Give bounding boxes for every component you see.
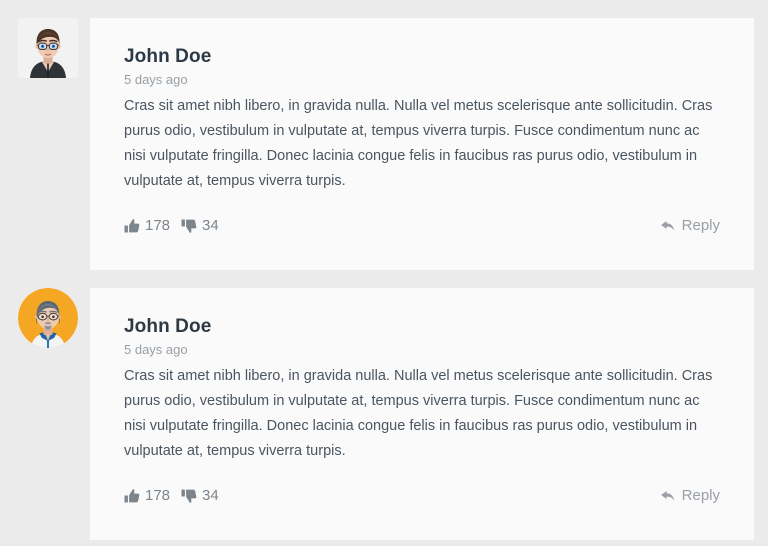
reply-arrow-icon bbox=[660, 488, 676, 504]
comment-timestamp: 5 days ago bbox=[124, 342, 188, 357]
comment-list: John Doe 5 days ago Cras sit amet nibh l… bbox=[0, 0, 768, 546]
reply-arrow-icon bbox=[660, 218, 676, 234]
comment-author: John Doe bbox=[124, 46, 212, 67]
comment-card: John Doe 5 days ago Cras sit amet nibh l… bbox=[90, 18, 754, 270]
thumbs-up-icon bbox=[124, 488, 140, 504]
comment-card: John Doe 5 days ago Cras sit amet nibh l… bbox=[90, 288, 754, 540]
comment-timestamp: 5 days ago bbox=[124, 72, 188, 87]
comment-reactions: 178 34 bbox=[124, 216, 225, 236]
dislike-count: 34 bbox=[202, 487, 219, 504]
reply-label: Reply bbox=[681, 217, 720, 234]
reply-button[interactable]: Reply bbox=[660, 486, 720, 506]
like-count: 178 bbox=[145, 487, 171, 504]
comment-footer: 178 34 Reply bbox=[124, 216, 720, 238]
comment-body: Cras sit amet nibh libero, in gravida nu… bbox=[124, 368, 713, 459]
comment-footer: 178 34 Reply bbox=[124, 486, 720, 508]
like-count: 178 bbox=[145, 217, 171, 234]
dislike-count: 34 bbox=[202, 217, 219, 234]
thumbs-down-icon bbox=[181, 218, 197, 234]
thumbs-up-icon bbox=[124, 218, 140, 234]
dislike-button[interactable]: 34 bbox=[181, 216, 219, 236]
avatar-john-doe-2[interactable] bbox=[18, 288, 78, 348]
like-button[interactable]: 178 bbox=[124, 216, 170, 236]
avatar-john-doe-1[interactable] bbox=[18, 18, 78, 78]
reply-label: Reply bbox=[681, 487, 720, 504]
thumbs-down-icon bbox=[181, 488, 197, 504]
comment-body: Cras sit amet nibh libero, in gravida nu… bbox=[124, 98, 713, 189]
dislike-button[interactable]: 34 bbox=[181, 486, 219, 506]
comment-reactions: 178 34 bbox=[124, 486, 225, 506]
comment-author: John Doe bbox=[124, 316, 212, 337]
like-button[interactable]: 178 bbox=[124, 486, 170, 506]
reply-button[interactable]: Reply bbox=[660, 216, 720, 236]
